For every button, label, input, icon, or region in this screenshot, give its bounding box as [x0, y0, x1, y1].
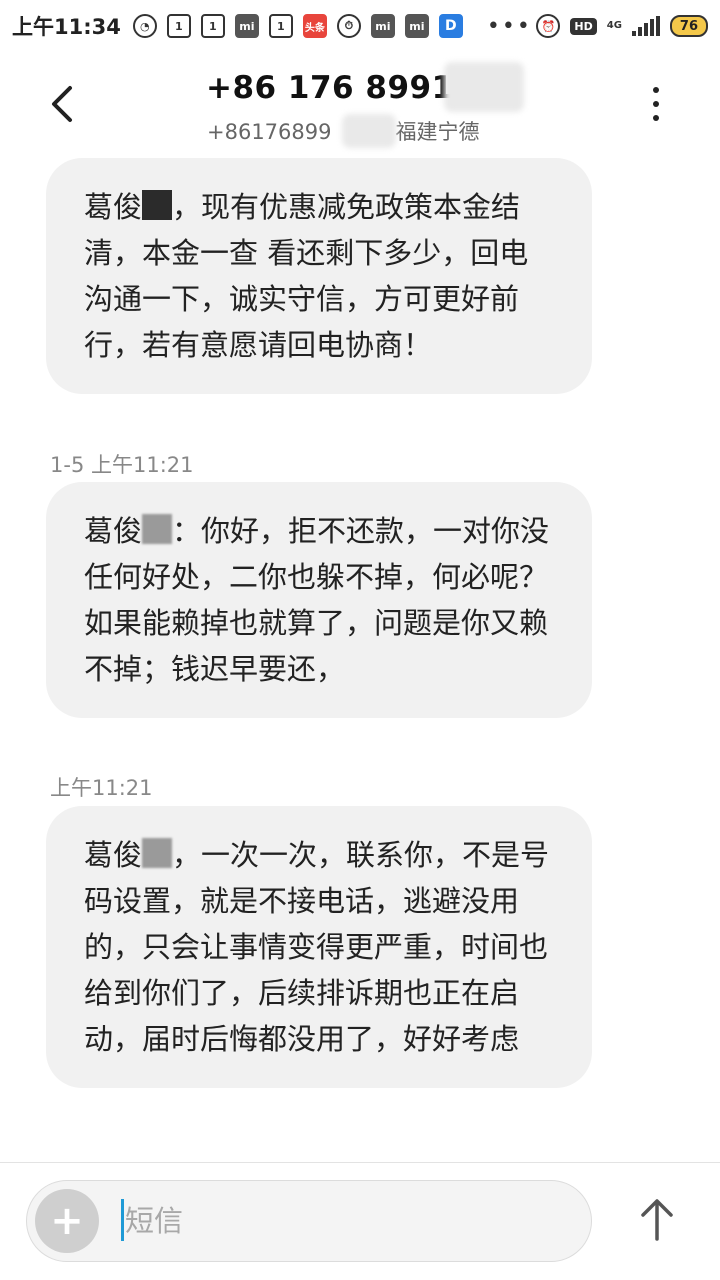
message-name: 葛俊	[84, 514, 143, 548]
calendar-1-icon: 1	[166, 14, 191, 38]
redaction-blur	[444, 62, 524, 112]
alarm-icon: ⏱	[336, 14, 361, 38]
message-timestamp: 上午11:21	[50, 776, 153, 800]
plus-icon: +	[50, 1198, 84, 1244]
more-dot-icon	[653, 115, 659, 121]
back-button[interactable]	[36, 72, 88, 136]
more-dot-icon	[653, 87, 659, 93]
hd-voice-icon: HD	[570, 17, 597, 35]
gauge-icon: ◔	[132, 14, 157, 38]
status-time: 上午11:34	[12, 15, 121, 39]
redaction-blur	[342, 114, 396, 148]
contact-location: 福建宁德	[395, 120, 480, 144]
more-options-button[interactable]	[632, 80, 680, 128]
text-cursor	[121, 1199, 124, 1241]
message-name: 葛俊	[84, 190, 143, 224]
redaction-box	[142, 838, 173, 868]
message-timestamp: 1-5 上午11:21	[50, 453, 194, 477]
composer-bar: +	[26, 1180, 592, 1262]
signal-icon	[631, 16, 660, 36]
redaction-box	[142, 190, 173, 220]
battery-icon: 76	[669, 15, 708, 37]
add-attachment-button[interactable]: +	[35, 1189, 99, 1253]
message-bubble[interactable]: 葛俊 ，现有优惠减免政策本金结清，本金一查 看还剩下多少，回电沟通一下，诚实守信，…	[46, 158, 592, 394]
calendar-1-icon: 1	[200, 14, 225, 38]
system-icons: ⏰ HD 4G 76	[536, 14, 708, 38]
arrow-up-icon	[641, 1199, 673, 1241]
more-dot-icon	[653, 101, 659, 107]
contact-number: +86 176 8991	[206, 70, 454, 106]
chevron-left-icon	[52, 86, 72, 122]
message-text: ，一次一次，联系你，不是号码设置，就是不接电话，逃避没用的，只会让事情变得更严重…	[84, 838, 550, 1056]
message-bubble[interactable]: 葛俊 ，一次一次，联系你，不是号码设置，就是不接电话，逃避没用的，只会让事情变得更…	[46, 806, 592, 1088]
d-app-icon: D	[438, 14, 463, 38]
message-name: 葛俊	[84, 838, 143, 872]
alarm-clock-icon: ⏰	[536, 14, 561, 38]
composer-divider	[0, 1162, 720, 1163]
send-button[interactable]	[630, 1190, 684, 1248]
toutiao-icon: 头条	[302, 14, 327, 38]
mi-icon: mi	[370, 14, 395, 38]
mi-icon: mi	[234, 14, 259, 38]
conversation-header: +86 176 8991 +861768990 福建宁德	[0, 52, 720, 152]
network-type: 4G	[606, 20, 622, 31]
more-notifications-icon: •••	[486, 13, 532, 39]
status-bar: 上午11:34 ◔ 1 1 mi 1 头条 ⏱ mi mi D ••• ⏰ HD…	[0, 0, 720, 52]
message-bubble[interactable]: 葛俊 ：你好，拒不还款，一对你没任何好处，二你也躲不掉，何必呢？如果能赖掉也就算了…	[46, 482, 592, 718]
contact-detail-number: +86176899	[207, 120, 332, 144]
calendar-1-icon: 1	[268, 14, 293, 38]
notification-icons: ◔ 1 1 mi 1 头条 ⏱ mi mi D •••	[132, 13, 537, 39]
message-input[interactable]	[125, 1193, 565, 1249]
redaction-box	[142, 514, 173, 544]
mi-icon: mi	[404, 14, 429, 38]
